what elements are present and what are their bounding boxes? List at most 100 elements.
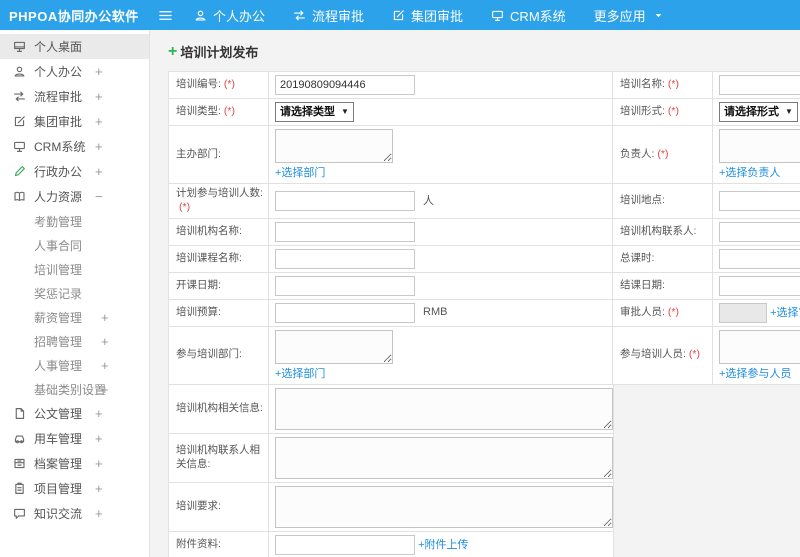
sidebar-item-desktop[interactable]: 个人桌面 [0,34,149,59]
field-cell [268,432,614,483]
expand-toggle[interactable]: + [95,134,103,159]
sidebar-item-archives[interactable]: 档案管理 + [0,451,149,476]
sidebar-item-attendance[interactable]: 考勤管理 [0,209,149,233]
sidebar-item-personal-office[interactable]: 个人办公 + [0,59,149,84]
sidebar-item-group-approval[interactable]: 集团审批 + [0,109,149,134]
nav-more-apps[interactable]: 更多应用 [580,0,677,30]
caret-down-icon: ▼ [785,106,793,116]
expand-toggle[interactable]: + [101,329,109,353]
total-hours-input[interactable] [719,248,800,269]
expand-toggle[interactable]: + [95,451,103,476]
field-label: 附件资料: [168,530,269,557]
course-name-input[interactable] [275,248,415,269]
currency-suffix: RMB [423,306,448,319]
sidebar-item-workflow-approval[interactable]: 流程审批 + [0,84,149,109]
sidebar-item-hr[interactable]: 人力资源 − [0,184,149,209]
field-cell: 人 [268,183,613,219]
org-name-input[interactable] [275,221,415,242]
training-type-select[interactable]: 请选择类型 ▼ [275,102,354,122]
select-department-link[interactable]: +选择部门 [275,167,325,179]
required-mark: (*) [179,200,191,213]
hamburger-menu-button[interactable] [150,0,180,30]
nav-personal-office[interactable]: 个人办公 [180,0,279,30]
expand-toggle[interactable]: + [95,401,103,426]
select-leader-link[interactable]: +选择负责人 [719,167,780,179]
leader-textarea[interactable] [719,129,800,163]
select-participants-link[interactable]: +选择参与人员 [719,368,791,380]
required-mark: (*) [667,305,680,318]
expand-toggle[interactable]: + [101,305,109,329]
join-people-textarea[interactable] [719,329,800,364]
field-label: 总课时: [612,244,713,273]
caret-down-icon: ▼ [341,106,349,116]
field-label: 计划参与培训人数:(*) [168,183,269,219]
sidebar-item-training[interactable]: 培训管理 [0,257,149,281]
sidebar-item-hr-contract[interactable]: 人事合同 [0,233,149,257]
sidebar-item-admin-office[interactable]: 行政办公 + [0,159,149,184]
sidebar-item-vehicle[interactable]: 用车管理 + [0,426,149,451]
sidebar-item-label: 流程审批 [34,90,83,104]
field-cell: +选择审批人员 [712,298,800,327]
sidebar-item-label: 人事合同 [34,238,83,253]
expand-toggle[interactable]: + [101,377,109,401]
org-contact-input[interactable] [719,221,800,242]
org-info-textarea[interactable] [275,387,613,430]
select-department-link[interactable]: +选择部门 [275,368,325,380]
sidebar-item-personnel[interactable]: 人事管理 + [0,353,149,377]
expand-toggle[interactable]: + [95,476,103,501]
sidebar-item-label: 项目管理 [34,482,83,496]
select-approver-link[interactable]: +选择审批人员 [770,306,800,318]
chat-icon [13,507,26,520]
nav-label: 流程审批 [312,8,365,24]
nav-crm[interactable]: CRM系统 [477,0,580,30]
expand-toggle[interactable]: + [95,501,103,526]
sidebar-item-salary[interactable]: 薪资管理 + [0,305,149,329]
sidebar-item-base-category[interactable]: 基础类别设置 + [0,377,149,401]
requirements-textarea[interactable] [275,485,613,528]
nav-label: 更多应用 [593,8,646,24]
attachment-input[interactable] [275,534,415,555]
expand-toggle[interactable]: + [95,84,103,109]
field-cell: +选择部门 [268,124,613,185]
nav-label: 集团审批 [411,8,464,24]
attachment-upload-link[interactable]: +附件上传 [418,539,468,551]
expand-toggle[interactable]: + [101,353,109,377]
training-form-table: 培训编号:(*) 培训名称:(*) 培训类型:(*) 请选择类型▼ 培训形式:(… [168,71,800,385]
form-row: 培训课程名称: 总课时: [168,244,800,273]
location-input[interactable] [719,190,800,211]
training-name-input[interactable] [719,75,800,95]
host-department-textarea[interactable] [275,129,393,163]
start-date-input[interactable] [275,275,415,296]
sidebar-item-crm[interactable]: CRM系统 + [0,134,149,159]
planned-count-input[interactable] [275,190,415,211]
nav-workflow-approval[interactable]: 流程审批 [279,0,378,30]
sidebar-item-project[interactable]: 项目管理 + [0,476,149,501]
budget-input[interactable] [275,302,415,323]
training-number-input[interactable] [275,75,415,95]
join-departments-textarea[interactable] [275,329,393,364]
end-date-input[interactable] [719,275,800,296]
plus-icon: + [168,42,178,60]
nav-group-approval[interactable]: 集团审批 [378,0,477,30]
expand-toggle[interactable]: + [95,159,103,184]
required-mark: (*) [667,78,680,91]
sidebar-item-official-doc[interactable]: 公文管理 + [0,401,149,426]
sidebar-item-rewards[interactable]: 奖惩记录 [0,281,149,305]
field-label: 开课日期: [168,271,269,300]
topbar: PHPOA协同办公软件 个人办公 流程审批 集团审批 CRM系统 更多应用 [0,0,800,30]
field-label: 培训要求: [168,481,269,532]
field-label: 负责人: (*) [612,124,713,185]
sidebar-item-knowledge[interactable]: 知识交流 + [0,501,149,526]
sidebar-item-recruitment[interactable]: 招聘管理 + [0,329,149,353]
expand-toggle[interactable]: + [95,426,103,451]
expand-toggle[interactable]: + [95,59,103,84]
expand-toggle[interactable]: + [95,109,103,134]
org-contact-info-textarea[interactable] [275,436,613,479]
book-icon [13,190,26,203]
training-mode-select[interactable]: 请选择形式 ▼ [719,102,798,122]
collapse-toggle[interactable]: − [95,184,103,209]
field-label: 培训机构联系人: [612,217,713,246]
form-row: 培训机构相关信息: [168,383,614,434]
approver-input[interactable] [719,302,767,323]
person-icon [194,9,207,22]
